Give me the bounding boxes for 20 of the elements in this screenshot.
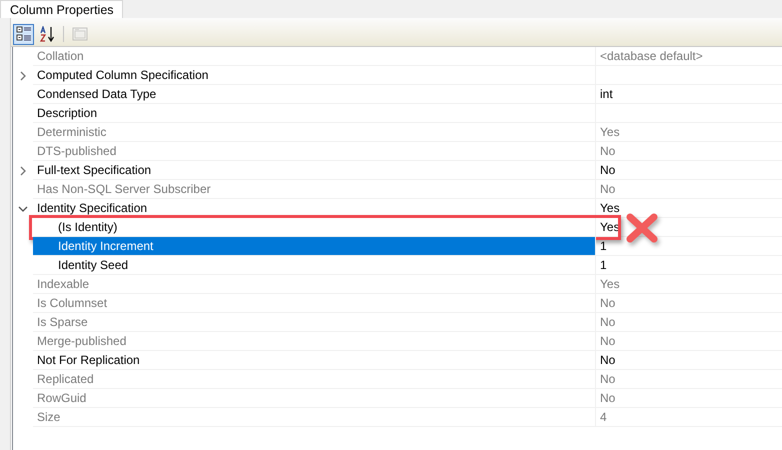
property-value[interactable]: int [596, 85, 782, 104]
property-value[interactable]: 1 [596, 237, 782, 256]
cross-icon [625, 212, 659, 244]
categorized-view-button[interactable] [13, 24, 34, 44]
panel-tab[interactable]: Column Properties [0, 0, 123, 18]
chevron-down-icon[interactable] [18, 204, 28, 214]
property-value[interactable]: 1 [596, 256, 782, 275]
property-value[interactable]: No [596, 161, 782, 180]
chevron-right-icon[interactable] [18, 166, 28, 176]
property-name[interactable]: Identity Seed [33, 256, 596, 275]
property-name[interactable]: Identity Increment [33, 237, 596, 256]
property-value[interactable]: Yes [596, 199, 782, 218]
property-name[interactable]: Computed Column Specification [33, 66, 596, 85]
property-value[interactable]: No [596, 351, 782, 370]
property-name[interactable]: Not For Replication [33, 351, 596, 370]
property-name[interactable]: Condensed Data Type [33, 85, 596, 104]
property-name[interactable]: Description [33, 104, 596, 123]
property-name[interactable]: Identity Specification [33, 199, 596, 218]
chevron-right-icon[interactable] [18, 70, 28, 80]
property-name[interactable]: Full-text Specification [33, 161, 596, 180]
